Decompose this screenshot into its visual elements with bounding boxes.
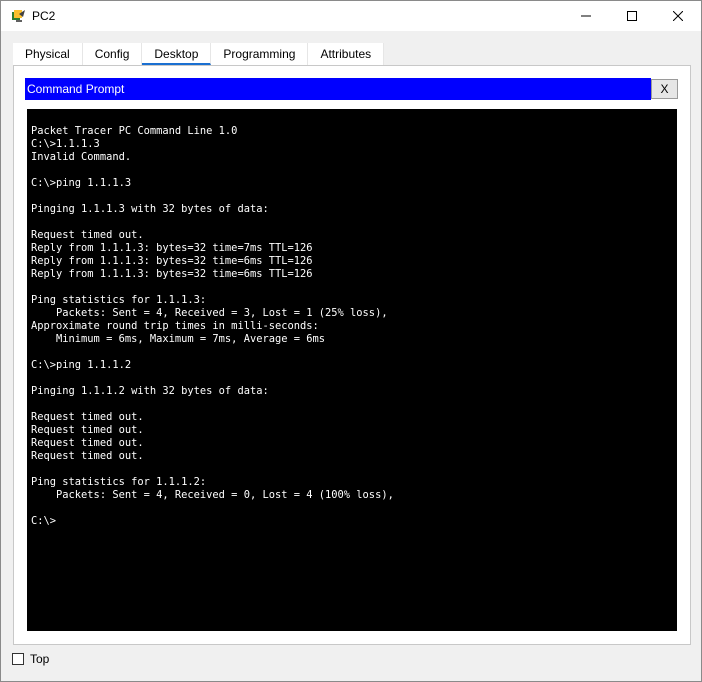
terminal-line: Request timed out.: [31, 437, 144, 449]
terminal-line: C:\>ping 1.1.1.2: [31, 359, 132, 371]
terminal-line: Ping statistics for 1.1.1.2:: [31, 476, 207, 488]
command-prompt-title: Command Prompt: [25, 78, 651, 100]
terminal-line: Ping statistics for 1.1.1.3:: [31, 294, 207, 306]
tab-bar: Physical Config Desktop Programming Attr…: [13, 43, 385, 65]
top-checkbox-label: Top: [30, 652, 50, 666]
maximize-icon: [627, 11, 637, 21]
close-icon: [673, 11, 683, 21]
terminal-line: Reply from 1.1.1.3: bytes=32 time=7ms TT…: [31, 242, 313, 254]
terminal-line: Request timed out.: [31, 229, 144, 241]
terminal-line: Request timed out.: [31, 424, 144, 436]
terminal-line: Packet Tracer PC Command Line 1.0: [31, 125, 238, 137]
terminal-line: C:\>ping 1.1.1.3: [31, 177, 132, 189]
terminal-line: Pinging 1.1.1.2 with 32 bytes of data:: [31, 385, 269, 397]
terminal-line: Reply from 1.1.1.3: bytes=32 time=6ms TT…: [31, 268, 313, 280]
terminal-line: Packets: Sent = 4, Received = 3, Lost = …: [31, 307, 388, 319]
desktop-panel: Command Prompt X Packet Tracer PC Comman…: [13, 65, 691, 645]
terminal-line: Request timed out.: [31, 450, 144, 462]
terminal-line: Pinging 1.1.1.3 with 32 bytes of data:: [31, 203, 269, 215]
terminal-line: Invalid Command.: [31, 151, 132, 163]
close-button[interactable]: [655, 1, 701, 31]
tab-desktop[interactable]: Desktop: [142, 43, 212, 65]
title-bar[interactable]: PC2: [1, 1, 701, 31]
terminal-line: C:\>: [31, 515, 57, 527]
command-prompt-close-button[interactable]: X: [651, 79, 678, 99]
terminal-line: C:\>1.1.1.3: [31, 138, 100, 150]
terminal-line: Request timed out.: [31, 411, 144, 423]
tab-physical[interactable]: Physical: [13, 43, 83, 65]
window-title: PC2: [32, 9, 56, 23]
terminal-line: Reply from 1.1.1.3: bytes=32 time=6ms TT…: [31, 255, 313, 267]
top-checkbox[interactable]: [12, 653, 24, 665]
tab-programming[interactable]: Programming: [211, 43, 309, 65]
maximize-button[interactable]: [609, 1, 655, 31]
terminal-line: Packets: Sent = 4, Received = 0, Lost = …: [31, 489, 394, 501]
app-window: PC2 Physical Config Desktop Programming …: [0, 0, 702, 682]
terminal-output[interactable]: Packet Tracer PC Command Line 1.0 C:\>1.1…: [27, 109, 677, 631]
minimize-icon: [581, 15, 591, 17]
terminal-line: Minimum = 6ms, Maximum = 7ms, Average = …: [31, 333, 326, 345]
packet-tracer-pc-icon: [12, 10, 25, 22]
tab-config[interactable]: Config: [82, 43, 143, 65]
minimize-button[interactable]: [563, 1, 609, 31]
terminal-line: Approximate round trip times in milli-se…: [31, 320, 319, 332]
tab-attributes[interactable]: Attributes: [308, 43, 385, 65]
